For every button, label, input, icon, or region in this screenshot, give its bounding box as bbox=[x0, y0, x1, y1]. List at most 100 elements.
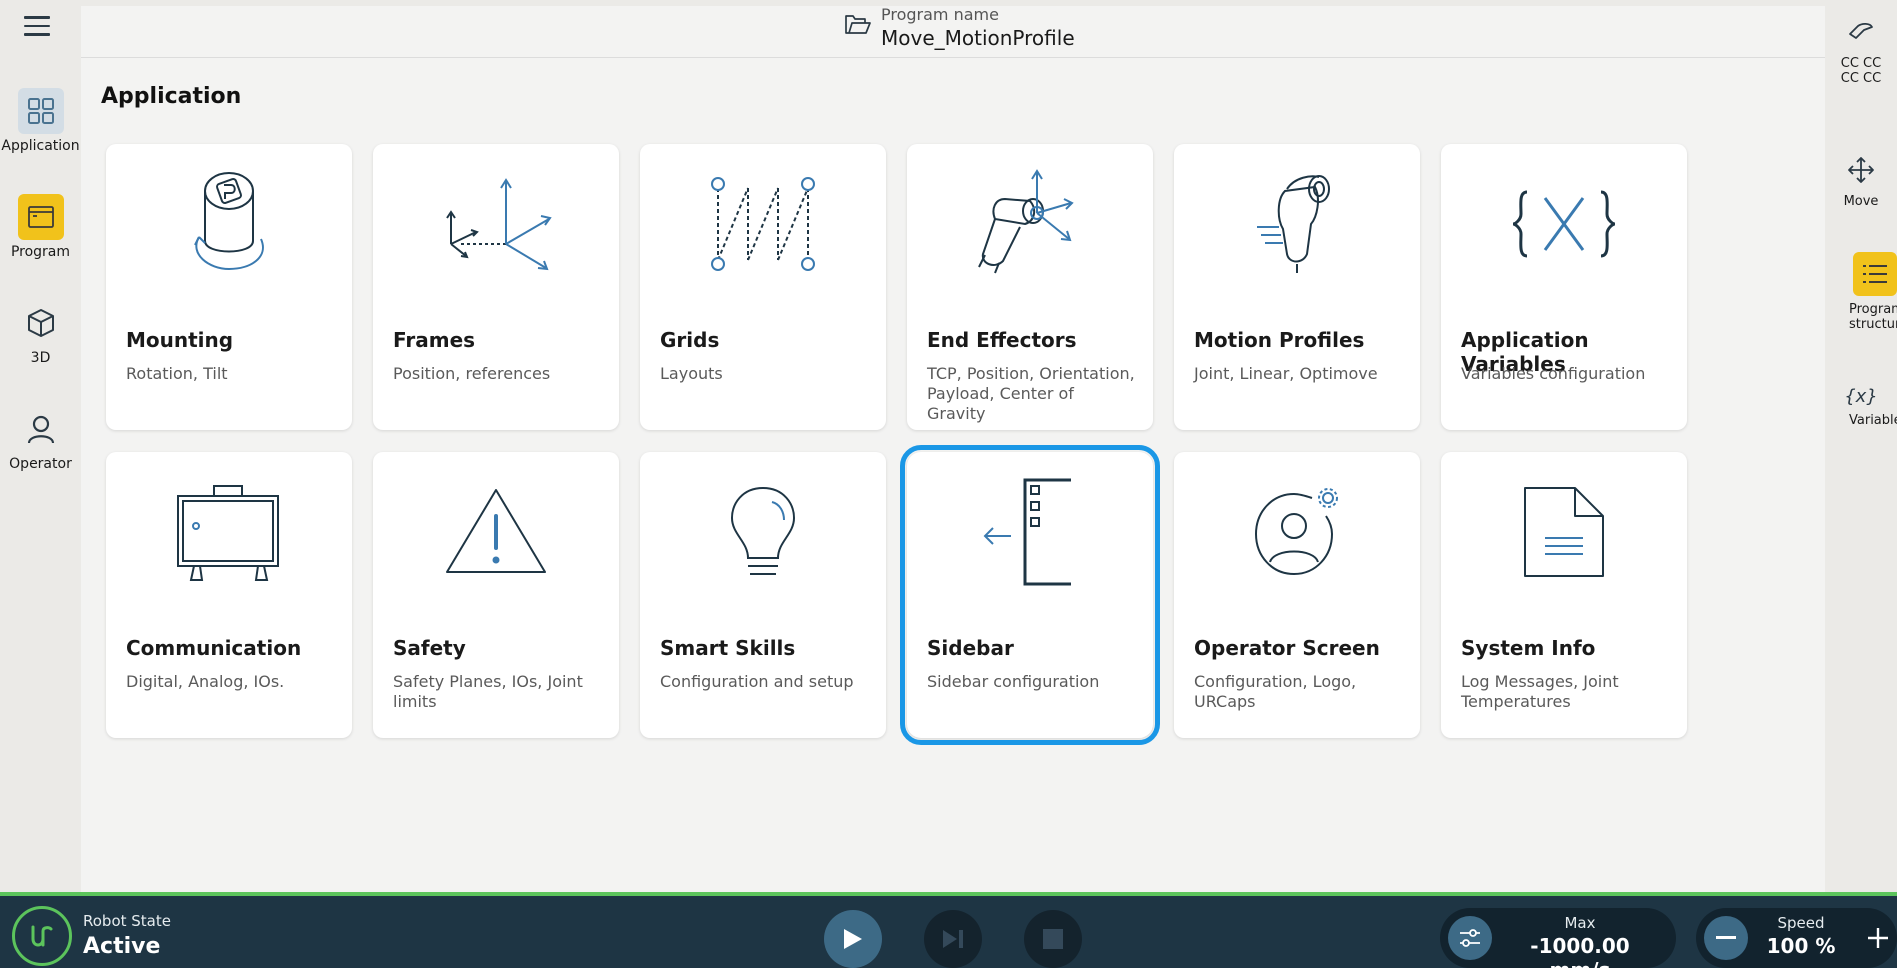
nav-item-application[interactable]: Application bbox=[0, 88, 81, 154]
warning-icon bbox=[373, 472, 619, 592]
variables-icon: {x} bbox=[1844, 386, 1878, 407]
nav-item-3d[interactable]: 3D bbox=[0, 300, 81, 366]
program-name-block[interactable]: Program name Move_MotionProfile bbox=[881, 6, 1075, 52]
nav-label-operator: Operator bbox=[9, 456, 72, 472]
card-communication[interactable]: Communication Digital, Analog, IOs. bbox=[106, 452, 352, 738]
speed-control: Speed 100 % bbox=[1696, 908, 1897, 968]
end-effector-icon bbox=[907, 164, 1153, 284]
left-nav: Application Program 3D Operator bbox=[0, 0, 81, 892]
card-title: Communication bbox=[126, 636, 302, 660]
card-mounting[interactable]: Mounting Rotation, Tilt bbox=[106, 144, 352, 430]
card-title: Safety bbox=[393, 636, 466, 660]
main-content: Application Mounting Rotation, Tilt Fram… bbox=[81, 58, 1825, 892]
program-icon bbox=[17, 194, 64, 240]
card-smart-skills[interactable]: Smart Skills Configuration and setup bbox=[640, 452, 886, 738]
card-system-info[interactable]: System Info Log Messages, Joint Temperat… bbox=[1441, 452, 1687, 738]
card-subtitle: TCP, Position, Orientation, Payload, Cen… bbox=[927, 364, 1135, 423]
card-subtitle: Safety Planes, IOs, Joint limits bbox=[393, 672, 583, 711]
speed-label: Speed bbox=[1777, 914, 1825, 932]
lightbulb-icon bbox=[640, 472, 886, 592]
max-value: -1000.00 mm/s bbox=[1530, 934, 1630, 968]
speed-value: 100 % bbox=[1766, 934, 1836, 958]
sidebar-icon bbox=[907, 472, 1153, 592]
right-item-program-structure[interactable]: Program structure bbox=[1825, 252, 1897, 332]
top-bar: Program name Move_MotionProfile bbox=[81, 6, 1825, 58]
right-item-variables-label: Variables bbox=[1849, 413, 1897, 428]
max-speed-control: Max -1000.00 mm/s bbox=[1440, 908, 1676, 968]
stop-button[interactable] bbox=[1024, 910, 1082, 968]
stop-icon bbox=[1043, 929, 1063, 949]
right-item-move-label: Move bbox=[1843, 194, 1879, 209]
card-subtitle: Layouts bbox=[660, 364, 723, 383]
card-sidebar[interactable]: Sidebar Sidebar configuration bbox=[900, 445, 1160, 745]
app-frame: Application Program 3D Operator Program … bbox=[0, 0, 1897, 968]
card-grids[interactable]: Grids Layouts bbox=[640, 144, 886, 430]
right-item-robot-label: CC CC CC CC bbox=[1840, 56, 1882, 86]
motion-profile-icon bbox=[1174, 164, 1420, 284]
list-icon bbox=[1853, 252, 1897, 296]
right-item-robot[interactable]: CC CC CC CC bbox=[1825, 20, 1897, 86]
card-motion-profiles[interactable]: Motion Profiles Joint, Linear, Optimove bbox=[1174, 144, 1420, 430]
program-name-label: Program name bbox=[881, 5, 999, 24]
nav-item-operator[interactable]: Operator bbox=[0, 406, 81, 472]
right-item-variables[interactable]: {x} Variables bbox=[1825, 386, 1897, 428]
speed-decrease-button[interactable] bbox=[1704, 916, 1748, 960]
nav-item-program[interactable]: Program bbox=[0, 194, 81, 260]
grids-icon bbox=[640, 164, 886, 284]
card-subtitle: Rotation, Tilt bbox=[126, 364, 228, 383]
cube-icon bbox=[18, 300, 64, 346]
card-operator-screen[interactable]: Operator Screen Configuration, Logo, URC… bbox=[1174, 452, 1420, 738]
document-icon bbox=[1441, 472, 1687, 592]
minus-icon bbox=[1716, 936, 1736, 939]
right-nav: CC CC CC CC Move Program structure {x} V… bbox=[1825, 6, 1897, 892]
card-title: End Effectors bbox=[927, 328, 1077, 352]
user-icon bbox=[18, 406, 64, 452]
card-subtitle: Variables configuration bbox=[1461, 364, 1646, 383]
card-title: Operator Screen bbox=[1194, 636, 1380, 660]
sliders-button[interactable] bbox=[1448, 916, 1492, 960]
grid-icon bbox=[17, 88, 64, 134]
ur-logo[interactable] bbox=[12, 906, 72, 966]
card-title: Grids bbox=[660, 328, 720, 352]
card-subtitle: Digital, Analog, IOs. bbox=[126, 672, 285, 691]
card-end-effectors[interactable]: End Effectors TCP, Position, Orientation… bbox=[907, 144, 1153, 430]
card-subtitle: Configuration and setup bbox=[660, 672, 854, 691]
play-icon bbox=[844, 929, 862, 949]
move-arrows-icon bbox=[1825, 156, 1897, 188]
variables-icon bbox=[1441, 164, 1687, 284]
card-title: Motion Profiles bbox=[1194, 328, 1365, 352]
speed-increase-button[interactable] bbox=[1856, 916, 1897, 960]
right-item-move[interactable]: Move bbox=[1825, 156, 1897, 209]
communication-icon bbox=[106, 472, 352, 592]
card-title: System Info bbox=[1461, 636, 1596, 660]
robot-arm-icon bbox=[1825, 20, 1897, 46]
right-item-program-structure-label: Program structure bbox=[1849, 302, 1897, 332]
card-title: Frames bbox=[393, 328, 476, 352]
step-icon bbox=[943, 930, 963, 948]
program-name-value: Move_MotionProfile bbox=[881, 26, 1075, 50]
card-title: Sidebar bbox=[927, 636, 1014, 660]
step-button[interactable] bbox=[924, 910, 982, 968]
card-frames[interactable]: Frames Position, references bbox=[373, 144, 619, 430]
page-title: Application bbox=[101, 84, 242, 109]
card-subtitle: Configuration, Logo, URCaps bbox=[1194, 672, 1357, 711]
hamburger-menu-icon[interactable] bbox=[24, 16, 50, 38]
operator-screen-icon bbox=[1174, 472, 1420, 592]
max-label: Max bbox=[1564, 914, 1596, 932]
card-subtitle: Sidebar configuration bbox=[927, 672, 1100, 691]
robot-state-value: Active bbox=[83, 934, 161, 959]
plus-icon bbox=[1868, 928, 1888, 948]
nav-label-3d: 3D bbox=[30, 350, 51, 366]
card-subtitle: Log Messages, Joint Temperatures bbox=[1461, 672, 1619, 711]
card-title: Smart Skills bbox=[660, 636, 796, 660]
card-subtitle: Position, references bbox=[393, 364, 551, 383]
bottom-bar: Robot State Active Max -1000.00 mm/s Spe… bbox=[0, 892, 1897, 968]
card-application-variables[interactable]: Application Variables Variables configur… bbox=[1441, 144, 1687, 430]
mounting-icon bbox=[106, 164, 352, 284]
card-safety[interactable]: Safety Safety Planes, IOs, Joint limits bbox=[373, 452, 619, 738]
frames-icon bbox=[373, 164, 619, 284]
folder-icon bbox=[845, 14, 871, 40]
play-button[interactable] bbox=[824, 910, 882, 968]
nav-label-program: Program bbox=[10, 244, 71, 260]
nav-label-application: Application bbox=[1, 138, 80, 154]
